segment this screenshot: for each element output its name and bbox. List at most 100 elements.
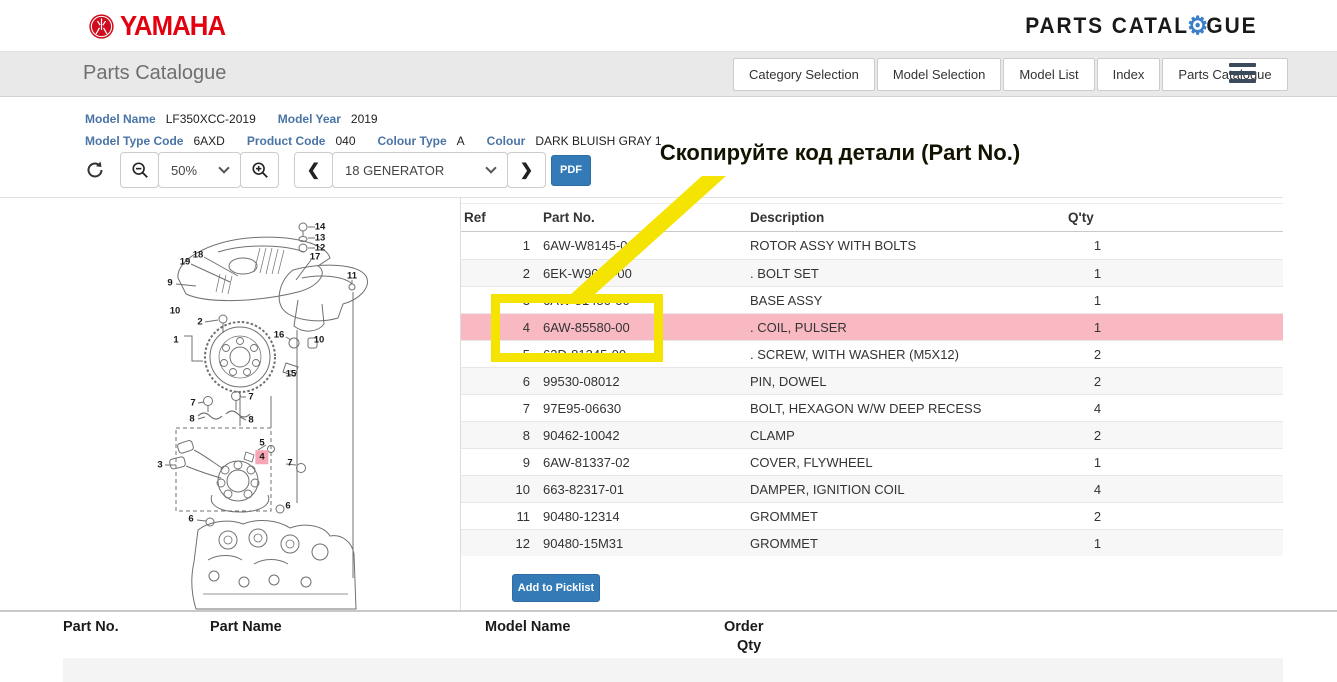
picklist-header-order: Order bbox=[724, 619, 764, 635]
diagram-callout-5: 5 bbox=[259, 438, 264, 448]
cell-ref: 1 bbox=[461, 238, 530, 253]
refresh-button[interactable] bbox=[80, 152, 110, 188]
zoom-in-button[interactable] bbox=[240, 152, 279, 188]
cell-ref: 9 bbox=[461, 455, 530, 470]
nav-button-category-selection[interactable]: Category Selection bbox=[733, 58, 875, 91]
nav-button-model-selection[interactable]: Model Selection bbox=[877, 58, 1002, 91]
hamburger-menu-icon[interactable] bbox=[1229, 63, 1256, 86]
cell-part-no: 6EK-W9018-00 bbox=[543, 266, 632, 281]
cell-ref: 7 bbox=[461, 401, 530, 416]
nav-button-parts-catalogue[interactable]: Parts Catalogue bbox=[1162, 58, 1287, 91]
cell-ref: 11 bbox=[461, 509, 530, 524]
nav-button-model-list[interactable]: Model List bbox=[1003, 58, 1094, 91]
cell-qty: 1 bbox=[1060, 536, 1135, 551]
table-row[interactable]: 4 6AW-85580-00 . COIL, PULSER 1 bbox=[461, 313, 1283, 340]
next-section-button[interactable]: ❯ bbox=[507, 152, 546, 188]
table-row[interactable]: 5 63D-81345-00 . SCREW, WITH WASHER (M5X… bbox=[461, 340, 1283, 367]
parts-table-header: Ref Part No. Description Q'ty bbox=[461, 203, 1283, 232]
diagram-callout-9: 9 bbox=[167, 278, 172, 288]
top-header-bar: YAMAHA PARTS CATAL⚙GUE bbox=[0, 0, 1337, 52]
picklist-header-part-no: Part No. bbox=[63, 619, 119, 635]
cell-part-no: 6AW-W8145-01 bbox=[543, 238, 635, 253]
chevron-down-icon bbox=[218, 162, 229, 173]
diagram-callout-7: 7 bbox=[287, 458, 292, 468]
model-info-label: Model Year bbox=[278, 112, 341, 126]
model-info-value: 6AXD bbox=[193, 134, 224, 148]
nav-bar: Parts Catalogue Category SelectionModel … bbox=[0, 52, 1337, 97]
col-header-ref: Ref bbox=[464, 210, 486, 225]
cell-description: . COIL, PULSER bbox=[750, 320, 847, 335]
diagram-viewport[interactable]: 14131218191791110211610157788543766 bbox=[0, 197, 461, 610]
nav-button-group: Category SelectionModel SelectionModel L… bbox=[733, 58, 1288, 91]
cell-part-no: 97E95-06630 bbox=[543, 401, 621, 416]
table-row[interactable]: 9 6AW-81337-02 COVER, FLYWHEEL 1 bbox=[461, 448, 1283, 475]
table-row[interactable]: 3 6AW-81450-00 BASE ASSY 1 bbox=[461, 286, 1283, 313]
pdf-button[interactable]: PDF bbox=[551, 155, 591, 186]
table-row[interactable]: 12 90480-15M31 GROMMET 1 bbox=[461, 529, 1283, 556]
diagram-callout-10: 10 bbox=[170, 306, 181, 316]
diagram-callout-11: 11 bbox=[347, 271, 357, 281]
cell-part-no: 90480-15M31 bbox=[543, 536, 623, 551]
picklist-header-part-name: Part Name bbox=[210, 619, 282, 635]
cell-part-no: 99530-08012 bbox=[543, 374, 620, 389]
diagram-callout-7: 7 bbox=[190, 398, 195, 408]
cell-description: GROMMET bbox=[750, 509, 818, 524]
diagram-callout-14: 14 bbox=[315, 222, 326, 232]
cell-qty: 1 bbox=[1060, 320, 1135, 335]
model-info: Model NameLF350XCC-2019Model Year2019 Mo… bbox=[85, 108, 684, 152]
nav-button-index[interactable]: Index bbox=[1097, 58, 1161, 91]
zoom-out-icon bbox=[131, 161, 149, 179]
section-select[interactable]: 18 GENERATOR bbox=[332, 152, 508, 188]
add-to-picklist-button[interactable]: Add to Picklist bbox=[512, 574, 600, 602]
cell-description: GROMMET bbox=[750, 536, 818, 551]
annotation-banner: Скопируйте код детали (Part No.) bbox=[622, 125, 1058, 180]
refresh-icon bbox=[85, 160, 105, 180]
table-row[interactable]: 10 663-82317-01 DAMPER, IGNITION COIL 4 bbox=[461, 475, 1283, 502]
table-row[interactable]: 8 90462-10042 CLAMP 2 bbox=[461, 421, 1283, 448]
table-row[interactable]: 7 97E95-06630 BOLT, HEXAGON W/W DEEP REC… bbox=[461, 394, 1283, 421]
cell-description: . SCREW, WITH WASHER (M5X12) bbox=[750, 347, 959, 362]
cell-qty: 1 bbox=[1060, 293, 1135, 308]
yamaha-logo[interactable]: YAMAHA bbox=[88, 10, 234, 42]
cell-part-no: 63D-81345-00 bbox=[543, 347, 626, 362]
diagram-callout-8: 8 bbox=[189, 414, 194, 424]
model-info-value: 2019 bbox=[351, 112, 378, 126]
model-info-label: Model Type Code bbox=[85, 134, 183, 148]
diagram-callout-15: 15 bbox=[286, 369, 297, 379]
table-row[interactable]: 6 99530-08012 PIN, DOWEL 2 bbox=[461, 367, 1283, 394]
cell-qty: 4 bbox=[1060, 401, 1135, 416]
model-info-line-2: Model Type Code6AXDProduct Code040Colour… bbox=[85, 130, 684, 152]
diagram-toolbar: 50% ❮ 18 GENERATOR ❯ PDF bbox=[80, 152, 591, 188]
exploded-diagram-art bbox=[58, 200, 458, 610]
cell-qty: 2 bbox=[1060, 347, 1135, 362]
exploded-diagram: 14131218191791110211610157788543766 bbox=[58, 200, 458, 610]
cell-ref: 6 bbox=[461, 374, 530, 389]
cell-description: CLAMP bbox=[750, 428, 795, 443]
diagram-callout-4: 4 bbox=[255, 450, 268, 464]
diagram-callout-7: 7 bbox=[248, 392, 253, 402]
yamaha-tuning-fork-icon bbox=[88, 13, 115, 40]
page-title: Parts Catalogue bbox=[83, 62, 226, 85]
parts-table-body: 1 6AW-W8145-01 ROTOR ASSY WITH BOLTS 1 2… bbox=[461, 232, 1283, 556]
cell-part-no: 6AW-81337-02 bbox=[543, 455, 630, 470]
diagram-callout-10: 10 bbox=[314, 335, 325, 345]
diagram-callout-6: 6 bbox=[285, 501, 290, 511]
diagram-callout-2: 2 bbox=[197, 317, 202, 327]
parts-catalogue-app: YAMAHA PARTS CATAL⚙GUE Parts Catalogue C… bbox=[0, 0, 1337, 682]
cell-description: BASE ASSY bbox=[750, 293, 822, 308]
diagram-callout-3: 3 bbox=[157, 460, 162, 470]
model-info-line-1: Model NameLF350XCC-2019Model Year2019 bbox=[85, 108, 684, 130]
prev-section-button[interactable]: ❮ bbox=[294, 152, 333, 188]
picklist-header-qty: Qty bbox=[724, 638, 764, 654]
zoom-level-select[interactable]: 50% bbox=[158, 152, 241, 188]
diagram-callout-18: 18 bbox=[193, 250, 204, 260]
cell-ref: 3 bbox=[461, 293, 530, 308]
table-row[interactable]: 2 6EK-W9018-00 . BOLT SET 1 bbox=[461, 259, 1283, 286]
cell-description: DAMPER, IGNITION COIL bbox=[750, 482, 905, 497]
picklist-header-model-name: Model Name bbox=[485, 619, 570, 635]
table-row[interactable]: 1 6AW-W8145-01 ROTOR ASSY WITH BOLTS 1 bbox=[461, 232, 1283, 259]
cell-ref: 10 bbox=[461, 482, 530, 497]
table-row[interactable]: 11 90480-12314 GROMMET 2 bbox=[461, 502, 1283, 529]
col-header-desc: Description bbox=[750, 210, 824, 225]
zoom-out-button[interactable] bbox=[120, 152, 159, 188]
